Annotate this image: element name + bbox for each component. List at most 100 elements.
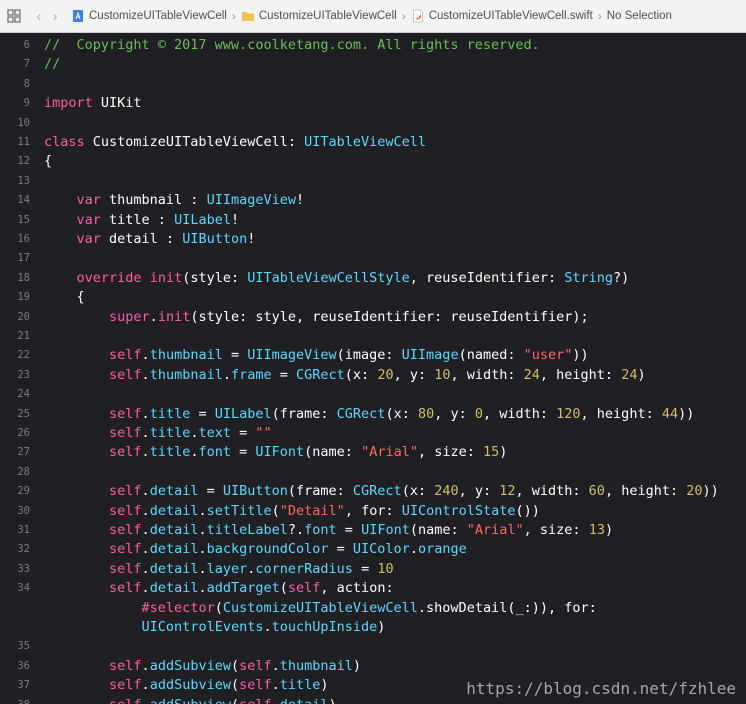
code-token: title (149, 425, 191, 441)
code-token: 20 (686, 483, 703, 500)
code-line[interactable]: 23 self.thumbnail.frame = CGRect(x: 20, … (0, 366, 746, 385)
code-line[interactable]: 33 self.detail.layer.cornerRadius = 10 (0, 560, 746, 579)
code-token: . (141, 677, 150, 694)
code-token: . (141, 347, 150, 364)
code-line[interactable]: UIControlEvents.touchUpInside) (0, 618, 746, 637)
chevron-right-icon: › (231, 9, 236, 23)
code-line[interactable]: 25 self.title = UILabel(frame: CGRect(x:… (0, 405, 746, 424)
breadcrumb-file[interactable]: CustomizeUITableViewCell.swift (409, 9, 595, 23)
breadcrumb-folder[interactable]: CustomizeUITableViewCell (239, 9, 399, 23)
code-token: titleLabel (206, 522, 288, 538)
code-line[interactable]: 14 var thumbnail : UIImageView! (0, 191, 746, 210)
code-token: self (109, 483, 142, 500)
code-line[interactable]: 27 self.title.font = UIFont(name: "Arial… (0, 443, 746, 462)
code-token: UILabel (174, 211, 231, 228)
code-token: ( (231, 697, 239, 704)
code-token: )) (572, 347, 589, 364)
code-line[interactable]: 13 (0, 172, 746, 191)
code-line[interactable]: 15 var title : UILabel! (0, 211, 746, 230)
swift-file-icon (412, 9, 423, 23)
code-token: var (76, 211, 101, 228)
code-line[interactable]: #selector(CustomizeUITableViewCell.showD… (0, 599, 746, 618)
code-line[interactable]: 32 self.detail.backgroundColor = UIColor… (0, 540, 746, 559)
breadcrumb-selection[interactable]: No Selection (605, 10, 674, 22)
code-token: #selector (141, 599, 215, 616)
code-line[interactable]: 19 { (0, 288, 746, 307)
code-line[interactable]: 12 { (0, 152, 746, 171)
code-token: ! (295, 192, 305, 209)
code-line[interactable]: 35 (0, 637, 746, 656)
code-line[interactable]: 10 (0, 114, 746, 133)
code-token: font (304, 522, 337, 538)
code-token: self (239, 697, 272, 704)
line-number: 8 (23, 77, 30, 90)
breadcrumb-project[interactable]: CustomizeUITableViewCell (69, 9, 229, 23)
code-token: . (222, 366, 231, 383)
code-token: . (141, 502, 150, 519)
code-text: // Copyright © 2017 www.coolketang.com. … (44, 36, 540, 55)
line-number: 25 (17, 407, 30, 420)
line-number: 13 (17, 174, 30, 187)
code-token: . (198, 541, 207, 558)
code-line[interactable]: 8 (0, 75, 746, 94)
code-line[interactable]: 9 import UIKit (0, 94, 746, 113)
code-line[interactable]: 16 var detail : UIButton! (0, 230, 746, 249)
code-token: . (141, 483, 150, 500)
back-arrow-icon[interactable]: ‹ (31, 9, 47, 24)
code-token: . (198, 560, 207, 577)
code-line[interactable]: 34 self.detail.addTarget(self, action: (0, 579, 746, 598)
code-editor[interactable]: 6 // Copyright © 2017 www.coolketang.com.… (0, 34, 746, 704)
code-line[interactable]: 18 override init(style: UITableViewCellS… (0, 269, 746, 288)
code-token: , for: (344, 502, 402, 519)
code-token: 20 (377, 366, 394, 383)
code-line[interactable]: 6 // Copyright © 2017 www.coolketang.com.… (0, 36, 746, 55)
code-token: "Arial" (466, 522, 524, 538)
line-number: 23 (17, 368, 30, 381)
code-line[interactable]: 17 (0, 249, 746, 268)
watermark: https://blog.csdn.net/fzhlee (466, 679, 736, 698)
code-token: thumbnail (149, 347, 223, 364)
code-token: UIButton (182, 231, 248, 247)
related-items-grid-icon[interactable] (7, 9, 21, 23)
code-token: detail (149, 483, 199, 500)
code-text: self.detail = UIButton(frame: CGRect(x: … (44, 482, 719, 501)
code-token: = (230, 425, 256, 441)
code-text: self.detail.addTarget(self, action: (44, 579, 394, 598)
code-line[interactable]: 7 // (0, 55, 746, 74)
code-line[interactable]: 30 self.detail.setTitle("Detail", for: U… (0, 502, 746, 521)
yellow-folder-icon (241, 12, 254, 21)
code-line[interactable]: 24 (0, 385, 746, 404)
code-line[interactable]: 31 self.detail.titleLabel?.font = UIFont… (0, 521, 746, 540)
code-line[interactable]: 29 self.detail = UIButton(frame: CGRect(… (0, 482, 746, 501)
code-text: self.thumbnail.frame = CGRect(x: 20, y: … (44, 366, 646, 385)
line-number: 37 (17, 679, 30, 692)
code-token: self (287, 580, 321, 597)
code-token: title (279, 677, 321, 694)
code-text: self.detail.layer.cornerRadius = 10 (44, 560, 394, 579)
code-line[interactable]: 28 (0, 463, 746, 482)
code-line[interactable]: 20 super.init(style: style, reuseIdentif… (0, 308, 746, 327)
code-token: ?. (287, 522, 305, 538)
code-line[interactable]: 26 self.title.text = "" (0, 424, 746, 443)
code-line[interactable]: 36 self.addSubview(self.thumbnail) (0, 657, 746, 676)
code-text: self.detail.setTitle("Detail", for: UICo… (44, 502, 540, 521)
code-token: "Arial" (361, 444, 418, 461)
code-line[interactable]: 11 class CustomizeUITableViewCell: UITabl… (0, 133, 746, 152)
forward-arrow-icon[interactable]: › (47, 9, 63, 24)
blue-project-icon (73, 10, 83, 22)
code-token: class (44, 134, 85, 150)
line-number: 29 (17, 485, 30, 498)
code-token: detail (149, 580, 199, 597)
code-token: )) (678, 405, 695, 422)
code-token: self (109, 697, 142, 704)
code-line[interactable]: 22 self.thumbnail = UIImageView(image: U… (0, 346, 746, 365)
code-line[interactable]: 21 (0, 327, 746, 346)
code-token: self (109, 405, 142, 422)
